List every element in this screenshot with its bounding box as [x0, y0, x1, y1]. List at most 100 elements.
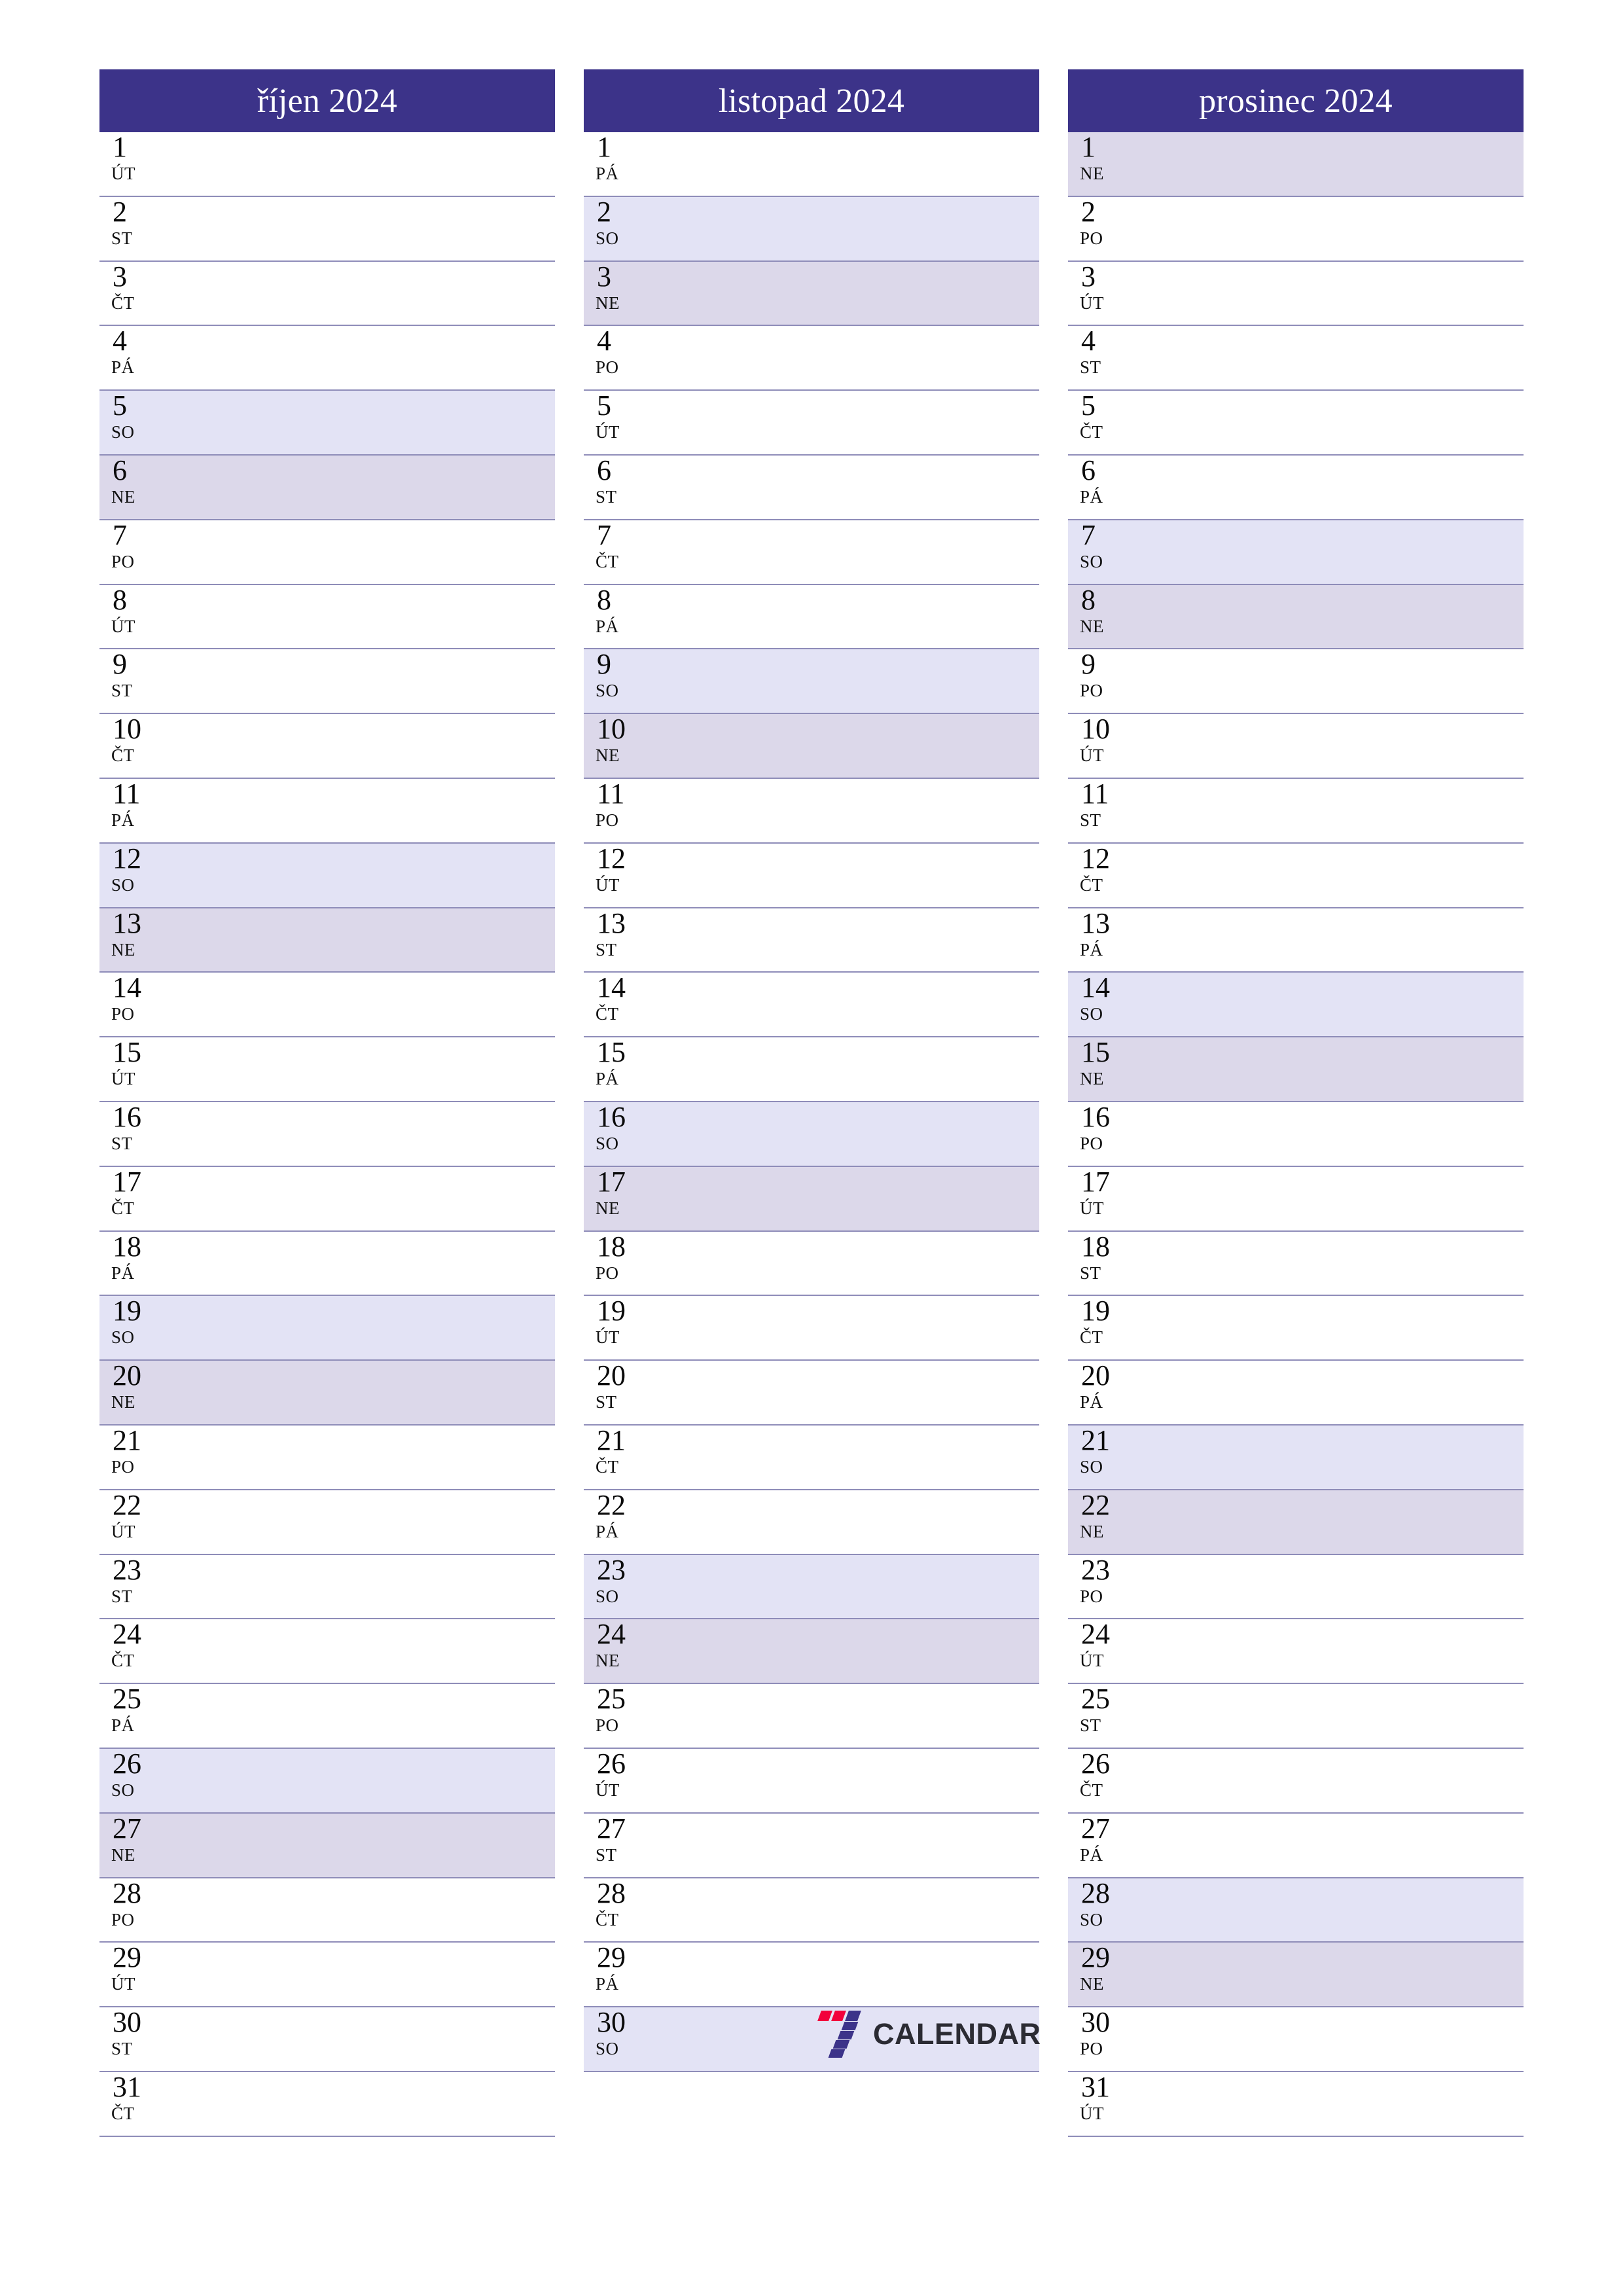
day-row[interactable]: 6 ST	[584, 454, 1039, 520]
day-row[interactable]: 2 SO	[584, 196, 1039, 262]
day-row[interactable]: 15 PÁ	[584, 1036, 1039, 1102]
day-row[interactable]: 27 ST	[584, 1812, 1039, 1878]
day-row[interactable]: 13 PÁ	[1068, 907, 1524, 973]
day-row[interactable]: 3 NE	[584, 260, 1039, 327]
day-row[interactable]: 17 ČT	[99, 1166, 555, 1232]
day-row[interactable]: 15 ÚT	[99, 1036, 555, 1102]
day-row[interactable]: 3 ČT	[99, 260, 555, 327]
day-row[interactable]: 18 PÁ	[99, 1230, 555, 1297]
day-weekday-abbr: PÁ	[111, 1715, 135, 1736]
day-row[interactable]: 21 SO	[1068, 1424, 1524, 1490]
day-row[interactable]: 20 NE	[99, 1359, 555, 1426]
day-row[interactable]: 11 ST	[1068, 778, 1524, 844]
day-row[interactable]: 29 ÚT	[99, 1941, 555, 2008]
day-row[interactable]: 18 PO	[584, 1230, 1039, 1297]
day-row[interactable]: 5 ČT	[1068, 389, 1524, 456]
day-row[interactable]: 24 ČT	[99, 1618, 555, 1685]
day-row[interactable]: 25 ST	[1068, 1683, 1524, 1749]
day-row[interactable]: 28 PO	[99, 1877, 555, 1943]
day-row[interactable]: 9 SO	[584, 648, 1039, 715]
day-row[interactable]: 31 ČT	[99, 2071, 555, 2137]
day-row[interactable]: 20 ST	[584, 1359, 1039, 1426]
day-row[interactable]: 14 ČT	[584, 971, 1039, 1038]
day-row[interactable]: 22 NE	[1068, 1489, 1524, 1555]
day-row[interactable]: 27 NE	[99, 1812, 555, 1878]
day-row[interactable]: 8 PÁ	[584, 584, 1039, 650]
day-row[interactable]: 22 PÁ	[584, 1489, 1039, 1555]
day-row[interactable]: 10 ÚT	[1068, 713, 1524, 779]
day-row[interactable]: 23 SO	[584, 1554, 1039, 1620]
day-row[interactable]: 6 NE	[99, 454, 555, 520]
day-row[interactable]: 30 PO	[1068, 2006, 1524, 2072]
day-row[interactable]: 15 NE	[1068, 1036, 1524, 1102]
day-row[interactable]: 19 SO	[99, 1295, 555, 1361]
day-row[interactable]: 26 SO	[99, 1747, 555, 1814]
day-row[interactable]: 13 ST	[584, 907, 1039, 973]
day-number: 4	[1081, 325, 1096, 357]
day-row[interactable]: 25 PO	[584, 1683, 1039, 1749]
day-weekday-abbr: ÚT	[596, 1780, 620, 1800]
day-row[interactable]: 28 ČT	[584, 1877, 1039, 1943]
day-weekday-abbr: ÚT	[111, 616, 135, 636]
day-row[interactable]: 21 PO	[99, 1424, 555, 1490]
day-row[interactable]: 29 PÁ	[584, 1941, 1039, 2008]
day-weekday-abbr: PO	[1080, 1586, 1103, 1606]
day-row[interactable]: 10 NE	[584, 713, 1039, 779]
day-row[interactable]: 11 PÁ	[99, 778, 555, 844]
day-number: 26	[113, 1747, 141, 1780]
day-row[interactable]: 21 ČT	[584, 1424, 1039, 1490]
day-row[interactable]: 26 ČT	[1068, 1748, 1524, 1814]
day-row[interactable]: 1 NE	[1068, 131, 1524, 197]
day-row[interactable]: 17 NE	[584, 1166, 1039, 1232]
day-row[interactable]: 12 SO	[99, 842, 555, 908]
day-row[interactable]: 7 SO	[1068, 519, 1524, 585]
day-row[interactable]: 26 ÚT	[584, 1748, 1039, 1814]
day-row[interactable]: 23 ST	[99, 1554, 555, 1620]
day-row[interactable]: 1 PÁ	[584, 131, 1039, 197]
day-row[interactable]: 28 SO	[1068, 1877, 1524, 1943]
day-row[interactable]: 10 ČT	[99, 713, 555, 779]
day-row[interactable]: 2 ST	[99, 196, 555, 262]
day-row[interactable]: 17 ÚT	[1068, 1166, 1524, 1232]
day-row[interactable]: 9 PO	[1068, 648, 1524, 715]
day-number: 8	[1081, 583, 1096, 616]
day-row[interactable]: 5 ÚT	[584, 389, 1039, 456]
day-row[interactable]: 9 ST	[99, 648, 555, 715]
day-row[interactable]: 4 PO	[584, 325, 1039, 391]
day-row[interactable]: 30 ST	[99, 2006, 555, 2072]
day-row[interactable]: 3 ÚT	[1068, 260, 1524, 327]
day-row[interactable]: 8 ÚT	[99, 584, 555, 650]
day-row[interactable]: 14 SO	[1068, 971, 1524, 1038]
day-row[interactable]: 20 PÁ	[1068, 1359, 1524, 1426]
day-row[interactable]: 8 NE	[1068, 583, 1524, 650]
day-row[interactable]: 16 ST	[99, 1101, 555, 1167]
day-row[interactable]: 4 PÁ	[99, 325, 555, 391]
day-row[interactable]: 12 ČT	[1068, 842, 1524, 908]
day-row[interactable]: 16 SO	[584, 1101, 1039, 1167]
day-row[interactable]: 4 ST	[1068, 325, 1524, 391]
day-row[interactable]: 7 PO	[99, 519, 555, 585]
day-row[interactable]: 19 ÚT	[584, 1295, 1039, 1361]
day-row[interactable]: 23 PO	[1068, 1554, 1524, 1620]
day-row[interactable]: 2 PO	[1068, 196, 1524, 262]
day-row[interactable]: 27 PÁ	[1068, 1812, 1524, 1878]
day-row[interactable]: 13 NE	[99, 907, 555, 973]
day-row[interactable]: 18 ST	[1068, 1230, 1524, 1297]
day-row[interactable]: 31 ÚT	[1068, 2071, 1524, 2137]
day-row[interactable]: 22 ÚT	[99, 1489, 555, 1555]
day-row[interactable]: 29 NE	[1068, 1941, 1524, 2008]
day-row[interactable]: 11 PO	[584, 778, 1039, 844]
day-row[interactable]: 25 PÁ	[99, 1683, 555, 1749]
day-row[interactable]: 19 ČT	[1068, 1295, 1524, 1361]
day-row[interactable]: 24 NE	[584, 1618, 1039, 1685]
day-row[interactable]: 6 PÁ	[1068, 454, 1524, 520]
day-number: 12	[113, 842, 141, 874]
seven-logo-icon	[813, 2010, 863, 2059]
day-row[interactable]: 12 ÚT	[584, 842, 1039, 908]
day-row[interactable]: 24 ÚT	[1068, 1618, 1524, 1685]
day-row[interactable]: 7 ČT	[584, 519, 1039, 585]
day-row[interactable]: 1 ÚT	[99, 131, 555, 197]
day-row[interactable]: 14 PO	[99, 971, 555, 1038]
day-row[interactable]: 16 PO	[1068, 1101, 1524, 1167]
day-row[interactable]: 5 SO	[99, 389, 555, 456]
